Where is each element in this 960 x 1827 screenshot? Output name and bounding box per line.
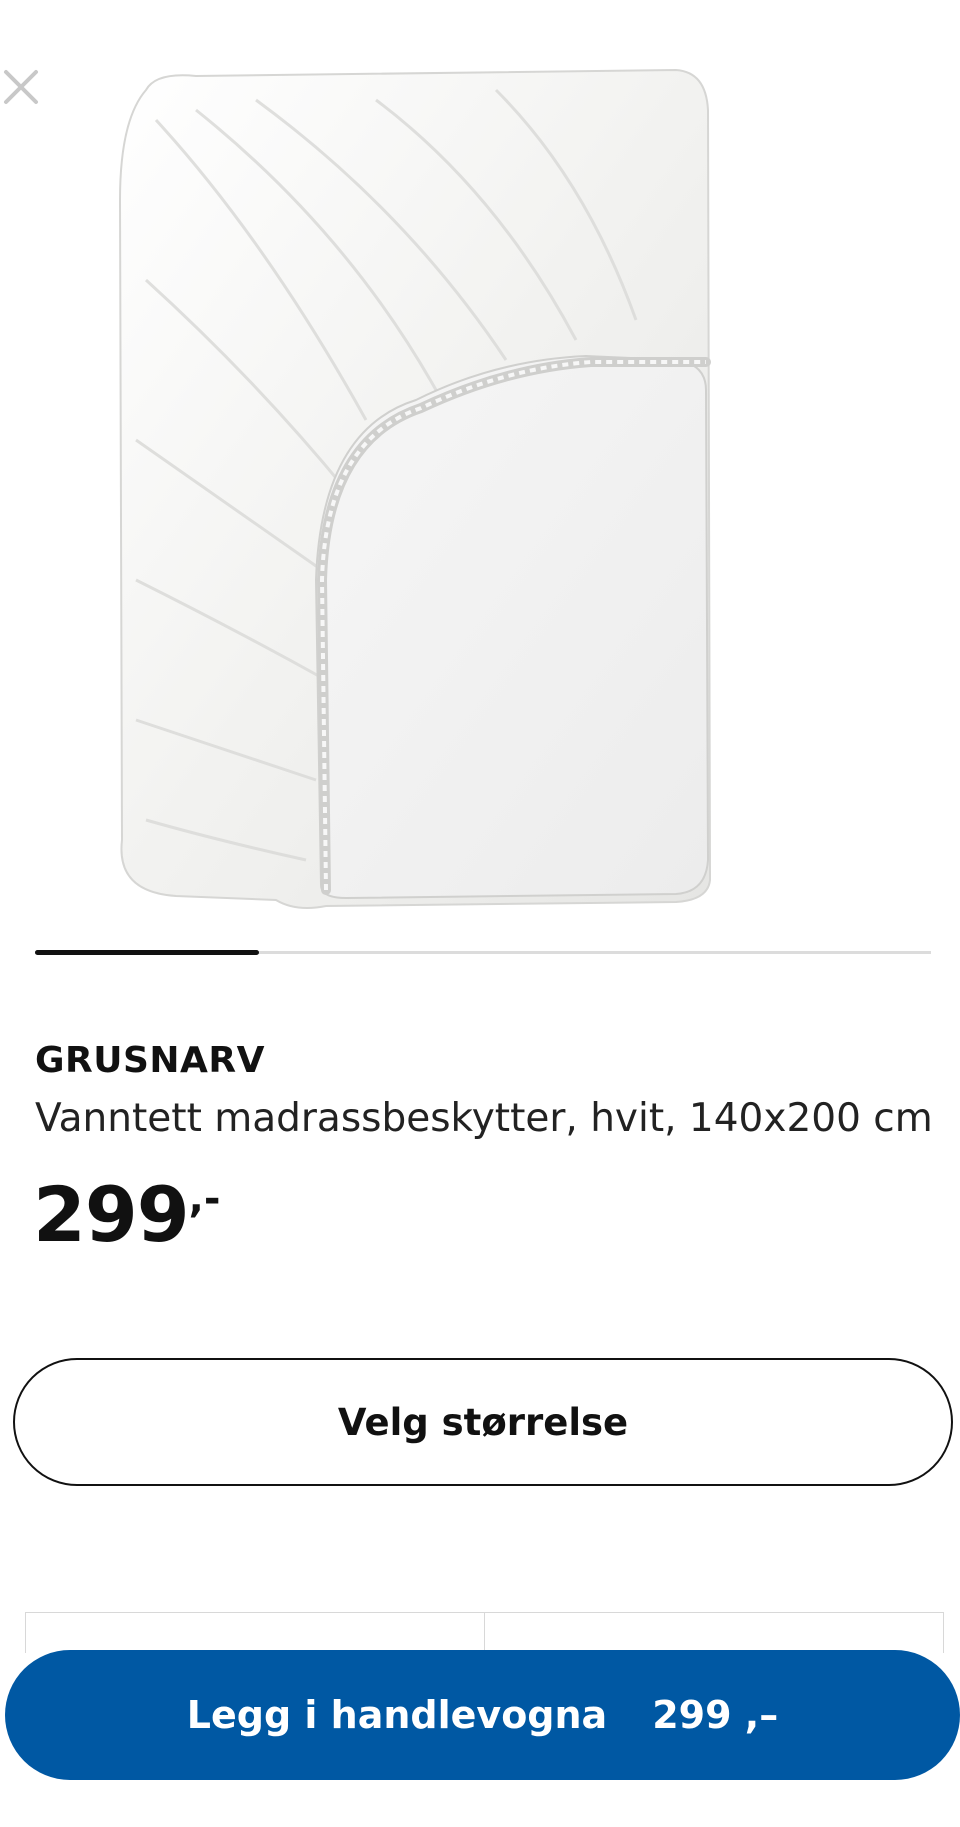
select-size-label: Velg størrelse — [337, 1400, 629, 1444]
add-to-cart-price: 299 ,– — [652, 1693, 779, 1737]
product-name: GRUSNARV — [35, 1040, 266, 1081]
carousel-progress-fill — [35, 950, 259, 955]
carousel-progress[interactable] — [35, 950, 931, 955]
price-integer: 299 — [33, 1170, 190, 1259]
close-icon — [4, 70, 38, 104]
section-divider-middle — [484, 1612, 485, 1652]
product-image[interactable] — [116, 60, 718, 912]
product-description: Vanntett madrassbeskytter, hvit, 140x200… — [35, 1096, 933, 1141]
price-suffix: ,- — [188, 1176, 221, 1222]
add-to-cart-label: Legg i handlevogna — [186, 1693, 608, 1737]
add-to-cart-button[interactable]: Legg i handlevogna 299 ,– — [5, 1650, 960, 1780]
select-size-button[interactable]: Velg størrelse — [13, 1358, 953, 1486]
product-price: 299,- — [33, 1170, 220, 1259]
close-button[interactable] — [2, 68, 40, 106]
